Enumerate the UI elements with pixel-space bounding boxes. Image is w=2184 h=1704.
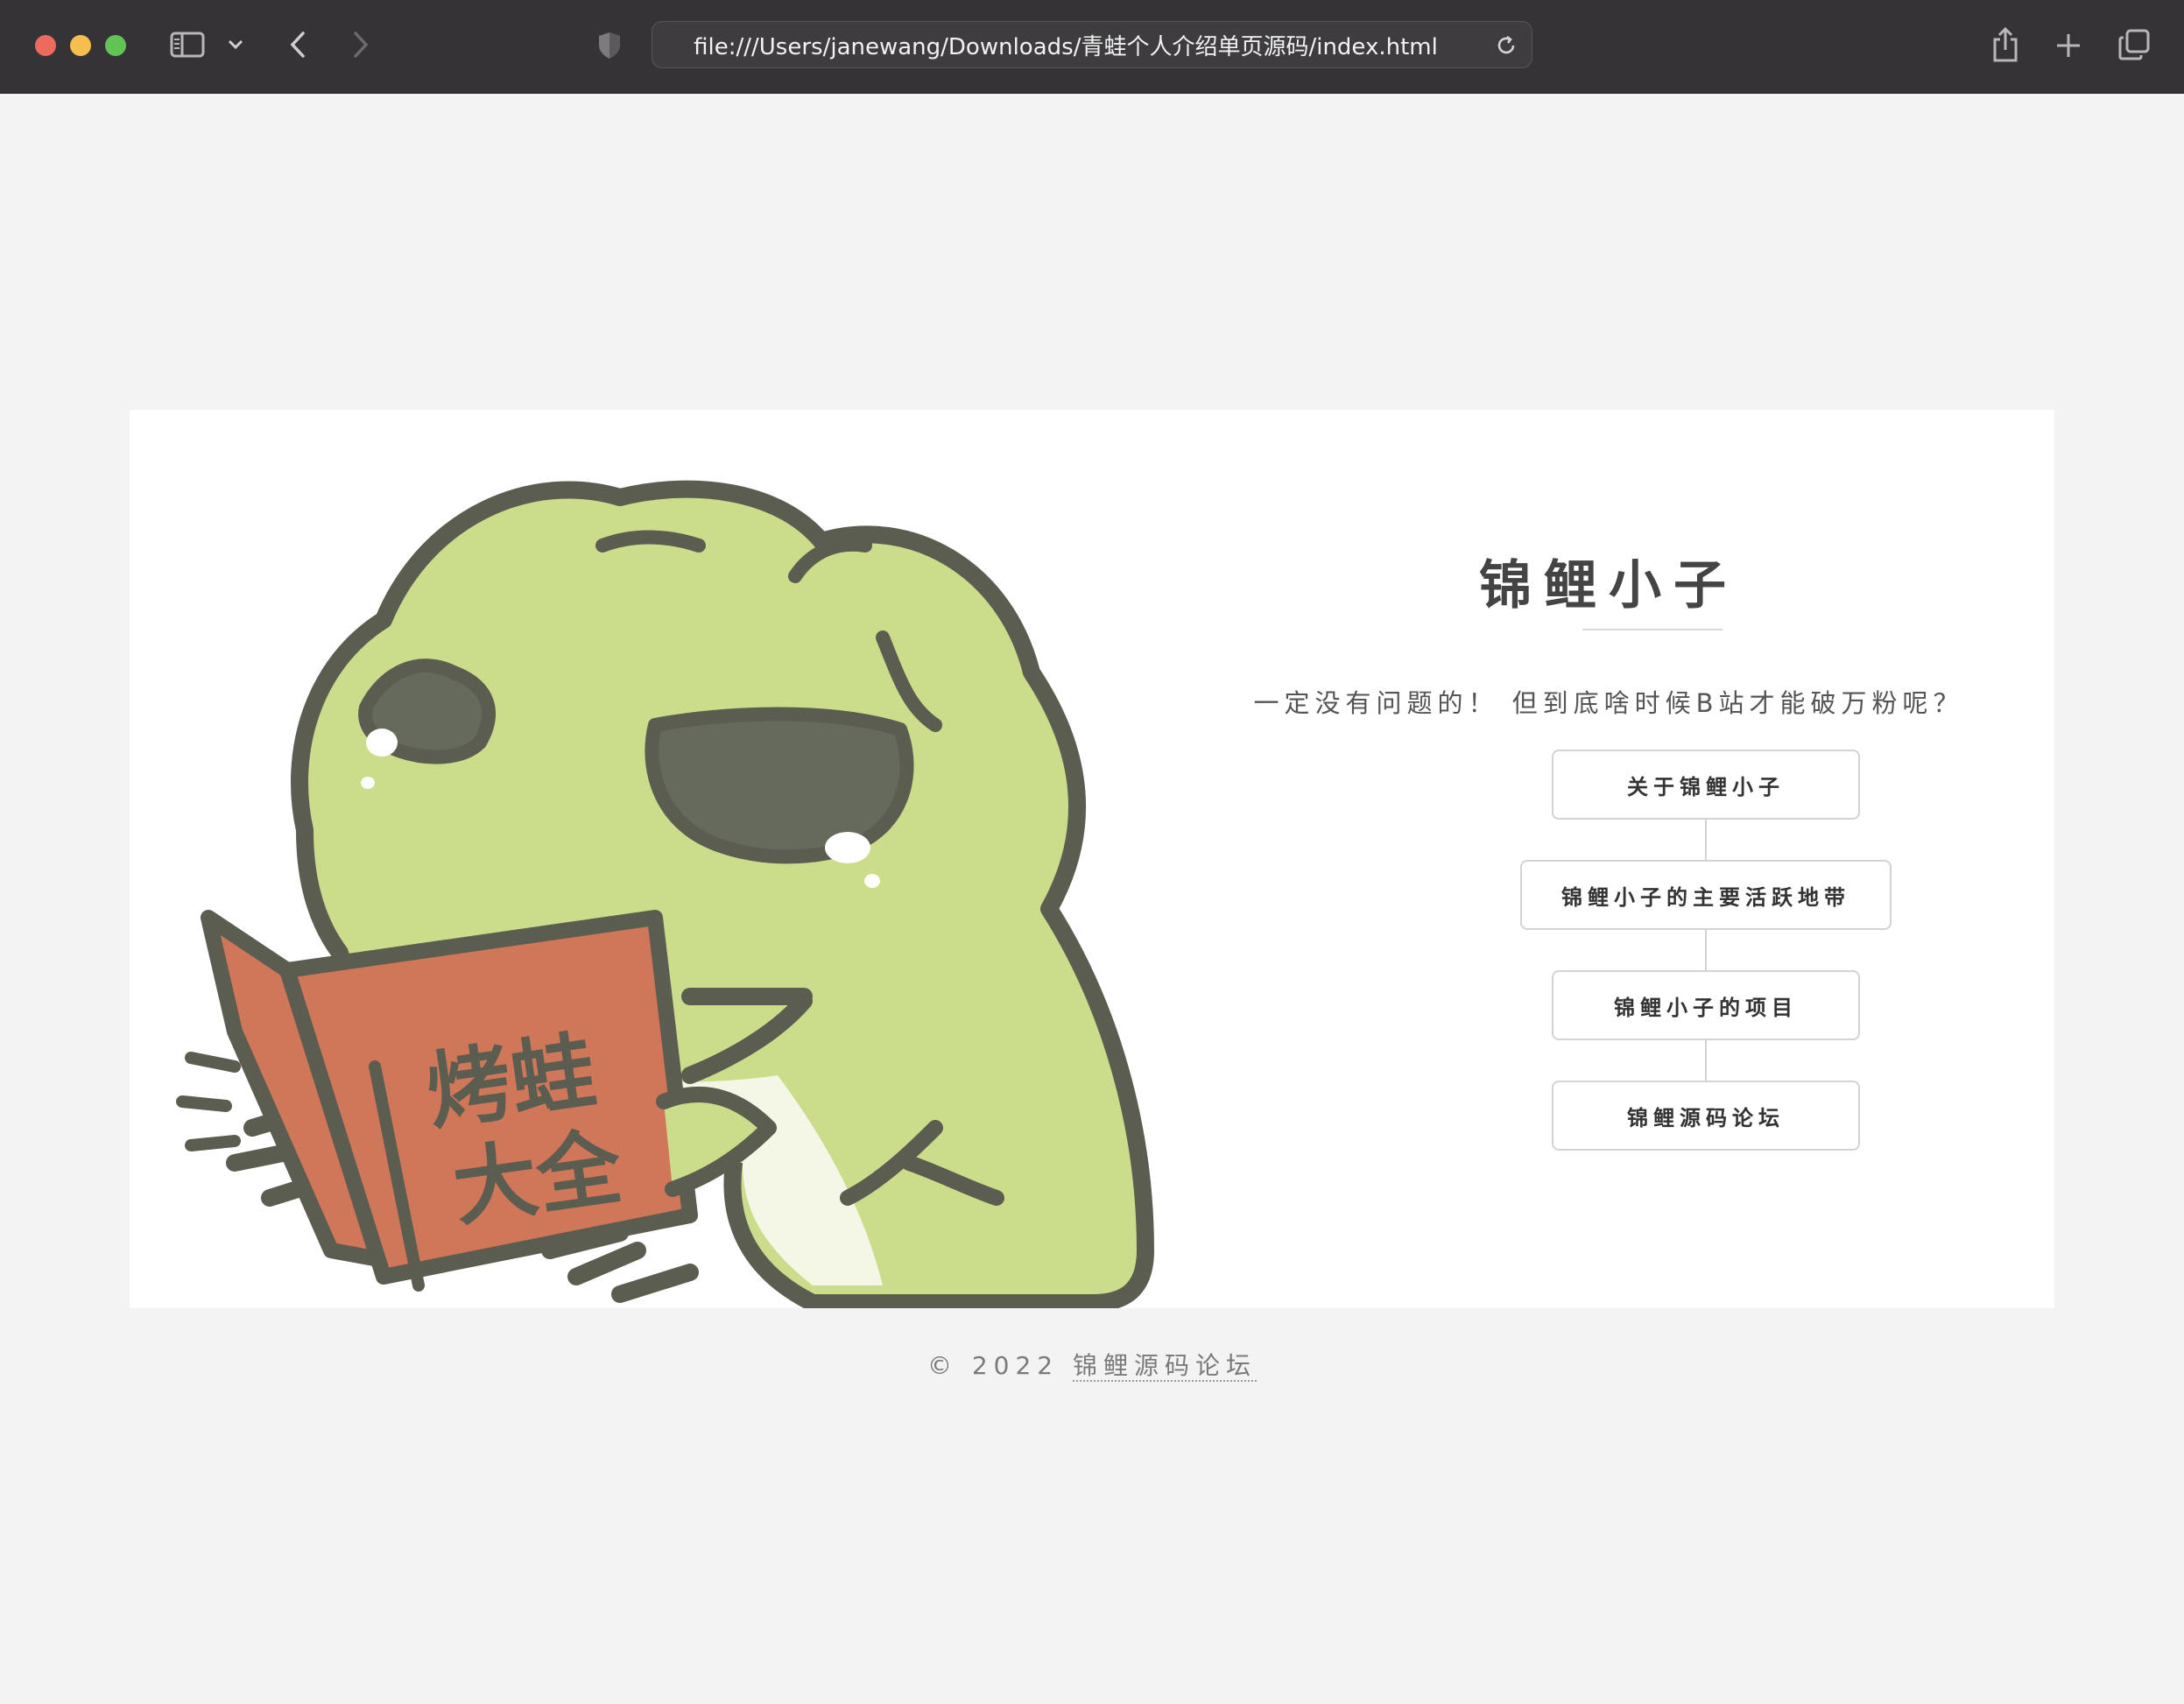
reload-icon[interactable]: [1493, 32, 1519, 59]
nav-button-projects[interactable]: 锦鲤小子的项目: [1552, 970, 1860, 1040]
nav-menu: 关于锦鲤小子 锦鲤小子的主要活跃地带 锦鲤小子的项目 锦鲤源码论坛: [1163, 750, 2054, 1152]
nav-button-forum[interactable]: 锦鲤源码论坛: [1552, 1081, 1860, 1151]
chevron-down-icon[interactable]: [224, 30, 247, 60]
nav-connector: [1705, 930, 1707, 970]
window-close-button[interactable]: [35, 35, 56, 56]
tagline: 一定没有问题的！ 但到底啥时候B站才能破万粉呢？: [1253, 688, 1964, 718]
nav-button-activity[interactable]: 锦鲤小子的主要活跃地带: [1520, 860, 1892, 930]
copyright-text: © 2022: [926, 1351, 1060, 1380]
new-tab-icon[interactable]: [2049, 26, 2088, 65]
window-minimize-button[interactable]: [70, 35, 91, 56]
browser-toolbar: file:///Users/janewang/Downloads/青蛙个人介绍单…: [0, 0, 2184, 94]
url-text[interactable]: file:///Users/janewang/Downloads/青蛙个人介绍单…: [652, 22, 1479, 67]
privacy-shield-icon[interactable]: [592, 28, 627, 63]
sidebar-toggle-icon[interactable]: [168, 28, 207, 61]
profile-card: 烤蛙 大全 锦鲤小子 一定没有问题的！ 但到底啥时候B站才能破万粉呢？ 关于锦鲤…: [130, 410, 2054, 1308]
back-button[interactable]: [280, 25, 315, 65]
intro-panel: 锦鲤小子 一定没有问题的！ 但到底啥时候B站才能破万粉呢？ 关于锦鲤小子 锦鲤小…: [1163, 410, 2054, 1308]
nav-connector: [1705, 820, 1707, 860]
footer: © 2022 锦鲤源码论坛: [0, 1347, 2184, 1382]
page-title: 锦鲤小子: [1479, 555, 1738, 616]
nav-button-about[interactable]: 关于锦鲤小子: [1552, 750, 1860, 820]
footer-forum-link[interactable]: 锦鲤源码论坛: [1073, 1351, 1258, 1382]
nav-connector: [1705, 1040, 1707, 1081]
frog-reading-illustration: 烤蛙 大全: [165, 462, 1215, 1308]
window-maximize-button[interactable]: [105, 35, 126, 56]
tab-overview-icon[interactable]: [2114, 25, 2154, 65]
title-divider: [1582, 629, 1723, 630]
share-icon[interactable]: [1988, 23, 2023, 67]
address-bar[interactable]: file:///Users/janewang/Downloads/青蛙个人介绍单…: [652, 21, 1532, 68]
forward-button[interactable]: [343, 25, 378, 65]
